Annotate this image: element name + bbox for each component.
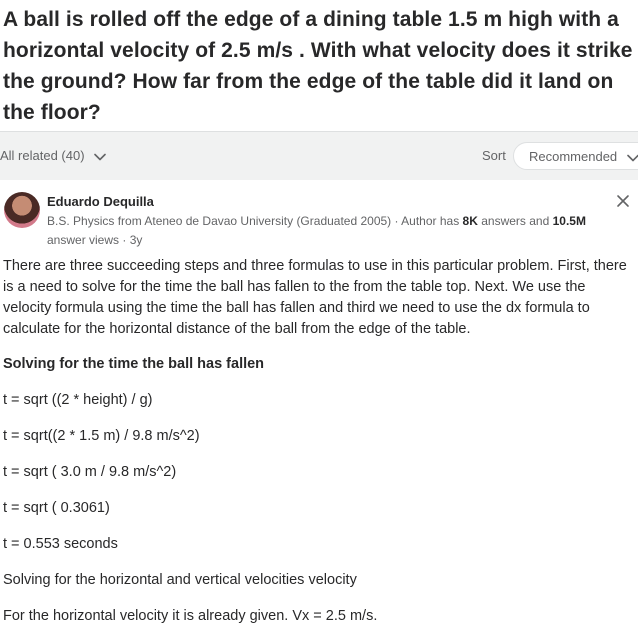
all-related-label: All related (40): [0, 148, 85, 163]
answer-equation: t = 0.553 seconds: [3, 536, 118, 552]
answer-paragraph: There are three succeeding steps and thr…: [3, 258, 627, 337]
chevron-down-icon: [94, 149, 106, 164]
answer-equation: t = sqrt ((2 * height) / g): [3, 392, 153, 408]
filter-bar: All related (40) Sort Recommended: [0, 131, 638, 180]
question-header: A ball is rolled off the edge of a dinin…: [0, 0, 638, 130]
author-credential[interactable]: B.S. Physics from Ateneo de Davao Univer…: [47, 212, 627, 250]
answer-subheading: Solving for the time the ball has fallen: [3, 356, 265, 372]
views-count: 10.5M: [552, 214, 586, 228]
all-related-dropdown[interactable]: All related (40): [0, 148, 106, 164]
answer-body: There are three succeeding steps and thr…: [3, 256, 633, 642]
sort-dropdown[interactable]: Recommended: [513, 142, 638, 170]
sort-label: Sort: [482, 148, 506, 163]
avatar[interactable]: [4, 192, 40, 228]
question-title[interactable]: A ball is rolled off the edge of a dinin…: [0, 0, 638, 128]
author-name[interactable]: Eduardo Dequilla: [47, 194, 154, 209]
answers-count: 8K: [462, 214, 478, 228]
answer-equation: t = sqrt ( 3.0 m / 9.8 m/s^2): [3, 464, 177, 480]
sort-value: Recommended: [529, 149, 618, 164]
answer-paragraph: For the horizontal velocity it is alread…: [3, 608, 378, 624]
answer-equation: t = sqrt((2 * 1.5 m) / 9.8 m/s^2): [3, 428, 200, 444]
chevron-down-icon: [626, 150, 638, 165]
answer-equation: t = sqrt ( 0.3061): [3, 500, 110, 516]
answer-paragraph: Solving for the horizontal and vertical …: [3, 572, 357, 588]
close-icon[interactable]: [614, 192, 632, 210]
